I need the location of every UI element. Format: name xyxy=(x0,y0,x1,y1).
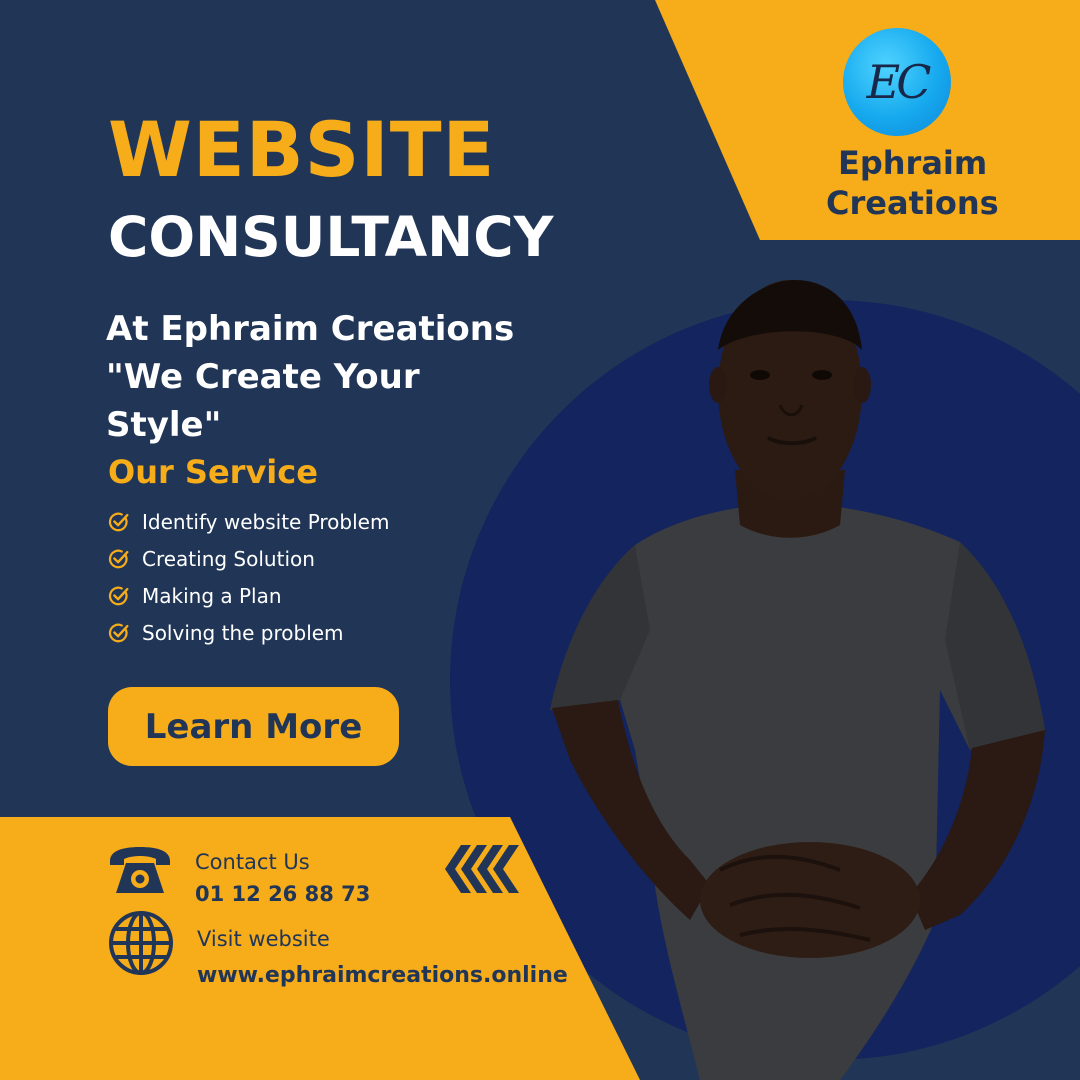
person-photo xyxy=(550,280,1045,1080)
check-circle-icon xyxy=(108,623,129,642)
check-circle-icon xyxy=(108,512,129,531)
brand-name-line1: Ephraim xyxy=(838,144,988,182)
contact-label: Contact Us xyxy=(195,850,310,874)
service-item-label: Solving the problem xyxy=(142,620,344,645)
brand-logo: EC xyxy=(843,28,951,136)
service-item-label: Making a Plan xyxy=(142,583,282,608)
globe-icon xyxy=(109,911,173,975)
service-item: Solving the problem xyxy=(108,614,389,651)
telephone-icon xyxy=(110,847,170,893)
service-item-label: Identify website Problem xyxy=(142,509,390,534)
service-item: Making a Plan xyxy=(108,577,389,614)
services-list: Identify website Problem Creating Soluti… xyxy=(108,503,389,651)
logo-text: EC xyxy=(866,55,932,109)
headline-website: WEBSITE xyxy=(108,105,496,194)
check-circle-icon xyxy=(108,586,129,605)
service-item-label: Creating Solution xyxy=(142,546,315,571)
headline-consultancy: CONSULTANCY xyxy=(108,205,554,269)
brand-name-line2: Creations xyxy=(826,184,999,222)
contact-phone: 01 12 26 88 73 xyxy=(195,882,371,906)
service-item: Creating Solution xyxy=(108,540,389,577)
website-link[interactable]: www.ephraimcreations.online xyxy=(197,963,568,988)
learn-more-button[interactable]: Learn More xyxy=(108,687,399,766)
visit-website-label: Visit website xyxy=(197,927,330,951)
service-item: Identify website Problem xyxy=(108,503,389,540)
check-circle-icon xyxy=(108,549,129,568)
poster: WEBSITE CONSULTANCY At Ephraim Creations… xyxy=(0,0,1080,1080)
tagline: At Ephraim Creations "We Create Your Sty… xyxy=(106,309,515,445)
services-title: Our Service xyxy=(108,453,318,491)
chevrons-left-icon xyxy=(445,845,519,893)
